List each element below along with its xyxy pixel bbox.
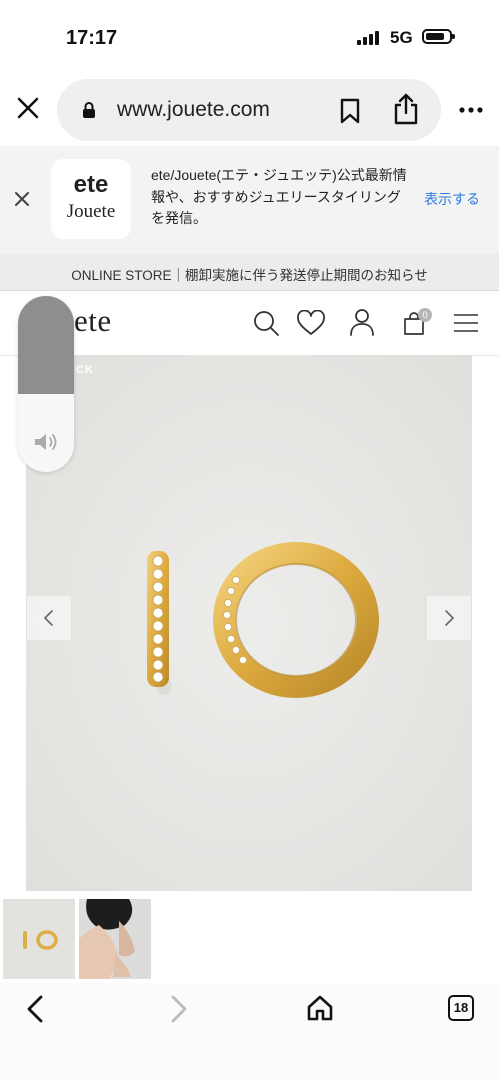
back-icon[interactable] bbox=[24, 994, 48, 1024]
thumbnail-hoop-image bbox=[23, 930, 58, 950]
chevron-left-icon bbox=[44, 610, 53, 626]
more-icon[interactable] bbox=[459, 107, 483, 113]
volume-hud bbox=[18, 296, 74, 472]
notice-link[interactable]: ONLINE STORE｜棚卸実施に伴う発送停止期間のお知らせ bbox=[0, 264, 499, 284]
share-icon[interactable] bbox=[392, 92, 420, 126]
product-image[interactable] bbox=[26, 355, 472, 891]
carousel-next-button[interactable] bbox=[427, 596, 471, 640]
thumbnail-model-image bbox=[79, 899, 151, 979]
chevron-right-icon bbox=[445, 610, 454, 626]
thumbnail-product[interactable] bbox=[3, 899, 75, 979]
account-icon[interactable] bbox=[348, 307, 376, 337]
tabs-button[interactable]: 18 bbox=[448, 995, 474, 1021]
url-text[interactable]: www.jouete.com bbox=[117, 98, 270, 122]
app-icon-text-top: ete bbox=[73, 171, 109, 198]
lock-icon bbox=[83, 102, 95, 118]
app-banner-view-button[interactable]: 表示する bbox=[424, 189, 480, 209]
hoop-earrings-image bbox=[26, 355, 472, 891]
battery-icon bbox=[422, 29, 455, 44]
speaker-icon bbox=[35, 434, 57, 450]
app-icon-text-bottom: Jouete bbox=[66, 201, 116, 222]
volume-level-fill bbox=[18, 296, 74, 394]
browser-bottom-bar bbox=[0, 983, 499, 1080]
bookmark-icon[interactable] bbox=[338, 97, 362, 125]
close-icon[interactable] bbox=[14, 94, 42, 122]
menu-icon[interactable] bbox=[453, 313, 479, 333]
forward-icon[interactable] bbox=[166, 994, 190, 1024]
banner-close-icon[interactable] bbox=[12, 189, 32, 209]
thumbnail-model[interactable] bbox=[79, 899, 151, 979]
home-icon[interactable] bbox=[306, 994, 334, 1022]
signal-icon bbox=[357, 31, 379, 45]
cart-count-badge: 0 bbox=[418, 308, 432, 322]
network-type: 5G bbox=[390, 28, 413, 47]
image-label: CK bbox=[76, 364, 94, 376]
app-banner-description: ete/Jouete(エテ・ジュエッテ)公式最新情報や、おすすめジュエリースタイ… bbox=[151, 167, 407, 226]
app-icon[interactable]: ete Jouete bbox=[51, 159, 131, 239]
carousel-prev-button[interactable] bbox=[27, 596, 71, 640]
heart-icon[interactable] bbox=[296, 310, 326, 336]
status-time: 17:17 bbox=[66, 27, 118, 49]
search-icon[interactable] bbox=[252, 309, 280, 337]
